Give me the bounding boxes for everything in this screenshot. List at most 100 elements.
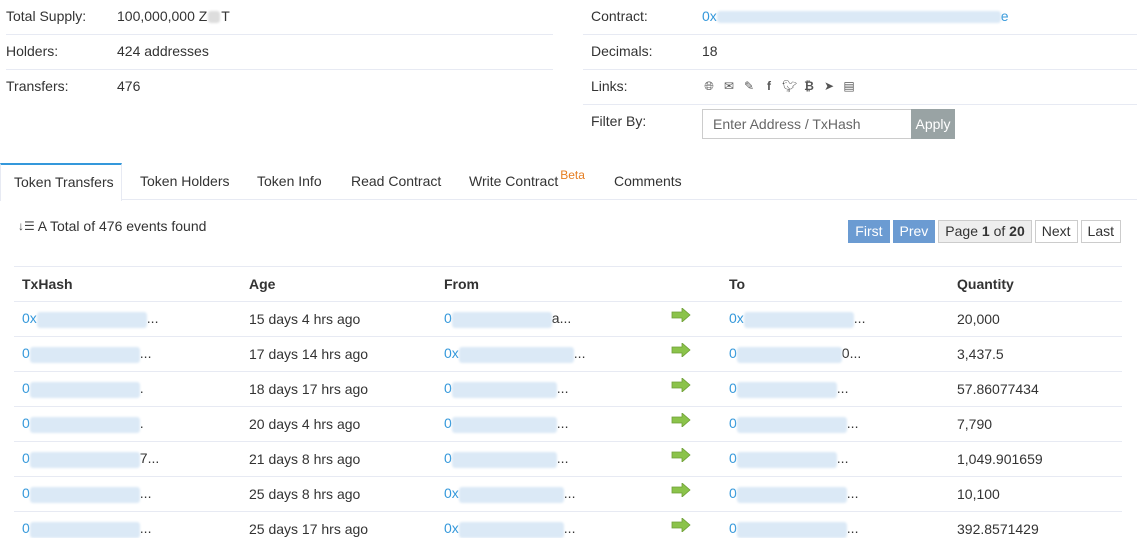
bitcoin-icon[interactable]: ₿ [802,79,816,93]
filter-label: Filter By: [591,113,647,129]
transfers-value: 476 [117,78,141,94]
table-row: 0x... 15 days 4 hrs ago 0 a... 0x... 20,000 [14,301,1122,337]
from-address-link[interactable]: 0x... [444,345,585,363]
apply-filter-button[interactable]: Apply [911,109,955,139]
tab-write-contract[interactable]: Write Contract Beta [469,163,585,200]
table-header-row: TxHash Age From To Quantity [14,266,1122,302]
token-overview: Total Supply: 100,000,000 ZT Holders: 42… [0,0,1137,160]
page-indicator: Page 1 of 20 [938,220,1032,243]
to-cell: 0... [721,371,949,407]
age-cell: 15 days 4 hrs ago [241,301,436,337]
from-cell: 0... [436,441,663,477]
to-cell: 0... [721,441,949,477]
table-row: 0... 17 days 14 hrs ago 0x... 0 0... 3,437.5 [14,336,1122,372]
from-cell: 0x... [436,336,663,372]
holders-row: Holders: 424 addresses [6,35,553,70]
social-links: 🌐︎ ✉︎ ✎ f 🐦︎ ₿ ➤ ▤ [702,79,856,93]
header-arrow [663,266,721,302]
age-cell: 21 days 8 hrs ago [241,441,436,477]
to-address-link[interactable]: 0... [729,415,858,433]
twitter-icon[interactable]: 🐦︎ [782,79,797,93]
txhash-cell: 0... [14,336,241,372]
header-from: From [436,266,663,302]
to-address-link[interactable]: 0... [729,520,858,538]
arrow-cell [663,476,721,512]
header-quantity: Quantity [949,266,1122,302]
quantity-cell: 57.86077434 [949,371,1122,407]
to-address-link[interactable]: 0... [729,450,848,468]
tab-token-info[interactable]: Token Info [257,163,322,200]
pagination: First Prev Page 1 of 20 Next Last [848,220,1121,243]
arrow-right-icon [671,307,691,328]
beta-badge: Beta [560,168,585,182]
contract-row: Contract: 0x e [583,0,1137,35]
prev-page-button[interactable]: Prev [892,220,936,243]
tab-bar: Token Transfers Token Holders Token Info… [0,163,1137,201]
from-cell: 0... [436,406,663,442]
txhash-cell: 0... [14,476,241,512]
from-cell: 0x... [436,476,663,512]
edit-icon[interactable]: ✎ [742,79,756,93]
decimals-label: Decimals: [591,43,653,59]
events-summary: ↓☰ A Total of 476 events found [18,218,206,234]
tab-read-contract[interactable]: Read Contract [351,163,441,200]
arrow-cell [663,511,721,538]
next-page-button[interactable]: Next [1034,220,1078,243]
from-cell: 0x... [436,511,663,538]
to-cell: 0... [721,406,949,442]
txhash-link[interactable]: 0... [22,345,151,363]
first-page-button[interactable]: First [848,220,890,243]
arrow-cell [663,301,721,337]
txhash-link[interactable]: 0x... [22,310,158,328]
txhash-link[interactable]: 0. [22,380,144,398]
filter-address-input[interactable] [702,109,911,139]
tab-comments[interactable]: Comments [614,163,682,200]
contract-address-link[interactable]: 0x e [702,8,1009,24]
email-icon[interactable]: ✉︎ [722,79,736,93]
last-page-button[interactable]: Last [1080,220,1121,243]
telegram-icon[interactable]: ➤ [822,79,836,93]
sort-icon: ↓☰ [18,219,35,233]
to-cell: 0 0... [721,336,949,372]
txhash-cell: 0. [14,371,241,407]
from-address-link[interactable]: 0... [444,415,568,433]
table-row: 0 7... 21 days 8 hrs ago 0... 0... 1,049.9016… [14,441,1122,477]
from-address-link[interactable]: 0x... [444,520,575,538]
to-address-link[interactable]: 0x... [729,310,865,328]
to-address-link[interactable]: 0 0... [729,345,861,363]
overview-right-column: Contract: 0x e Decimals: 18 Links: 🌐︎ ✉︎ … [583,0,1137,140]
arrow-right-icon [671,412,691,433]
age-cell: 18 days 17 hrs ago [241,371,436,407]
from-cell: 0 a... [436,301,663,337]
txhash-link[interactable]: 0 7... [22,450,159,468]
redacted-token-symbol [208,11,221,24]
table-row: 0... 25 days 17 hrs ago 0x... 0... 392.85714… [14,511,1122,538]
from-address-link[interactable]: 0... [444,450,568,468]
transfers-label: Transfers: [6,78,69,94]
tab-token-transfers[interactable]: Token Transfers [0,163,122,201]
arrow-cell [663,406,721,442]
from-address-link[interactable]: 0... [444,380,568,398]
age-cell: 20 days 4 hrs ago [241,406,436,442]
facebook-icon[interactable]: f [762,79,776,93]
to-address-link[interactable]: 0... [729,485,858,503]
table-row: 0. 18 days 17 hrs ago 0... 0... 57.86077434 [14,371,1122,407]
from-address-link[interactable]: 0 a... [444,310,571,328]
tab-token-holders[interactable]: Token Holders [140,163,230,200]
holders-value: 424 addresses [117,43,209,59]
to-address-link[interactable]: 0... [729,380,848,398]
transfers-row: Transfers: 476 [6,70,553,105]
from-address-link[interactable]: 0x... [444,485,575,503]
holders-label: Holders: [6,43,59,59]
txhash-link[interactable]: 0. [22,415,144,433]
txhash-link[interactable]: 0... [22,520,151,538]
document-icon[interactable]: ▤ [842,79,856,93]
txhash-link[interactable]: 0... [22,485,151,503]
txhash-cell: 0x... [14,301,241,337]
arrow-cell [663,371,721,407]
txhash-cell: 0. [14,406,241,442]
age-cell: 25 days 8 hrs ago [241,476,436,512]
overview-left-column: Total Supply: 100,000,000 ZT Holders: 42… [6,0,553,105]
token-transfers-table: TxHash Age From To Quantity 0x... 15 days… [14,266,1122,538]
globe-icon[interactable]: 🌐︎ [702,79,716,93]
